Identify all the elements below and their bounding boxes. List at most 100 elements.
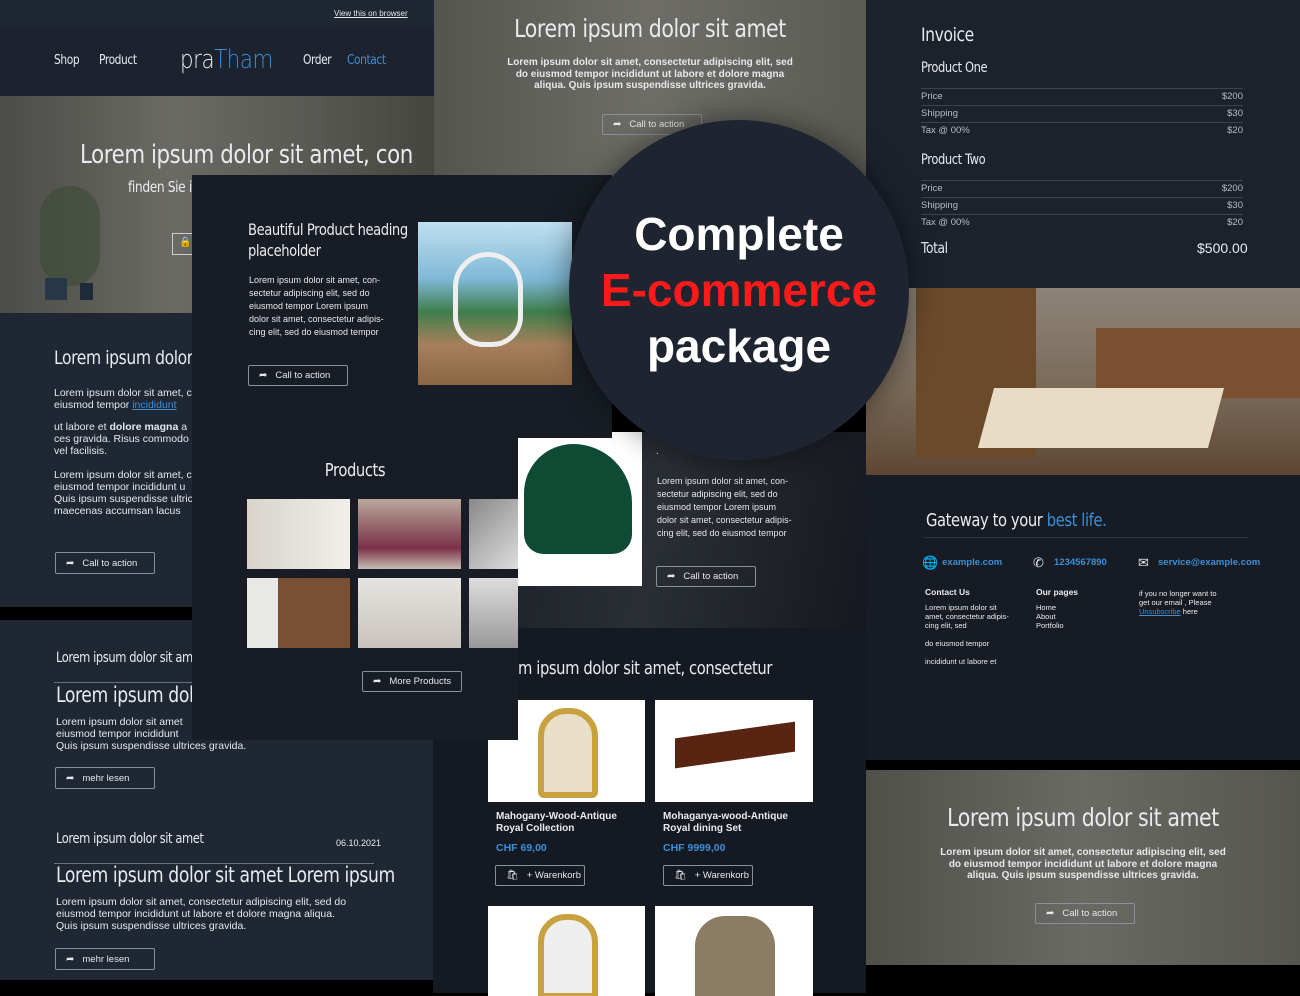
footer-link-portfolio[interactable]: Portfolio (1036, 621, 1078, 630)
promo-badge: Complete E-commerce package (569, 120, 909, 460)
shopping-bag-icon: 🛍 (506, 870, 519, 881)
product-group-title: Product One (921, 60, 988, 76)
invoice-row: Tax @ 00% $20 (921, 214, 1243, 228)
logo[interactable]: praTham (180, 45, 273, 75)
call-to-action-button[interactable]: ➦ Call to action (656, 566, 756, 587)
badge-line-2: E-commerce (600, 264, 878, 316)
total-value: $500.00 (1197, 240, 1248, 256)
bottom-hero: Lorem ipsum dolor sit amet Lorem ipsum d… (866, 770, 1300, 965)
green-text: Lorem ipsum dolor sit amet, con-sectetur… (657, 476, 792, 538)
products-panel: Products ➦ More Products (192, 438, 518, 740)
product-thumb[interactable] (469, 578, 518, 648)
badge-line-3: package (646, 320, 832, 372)
shopping-bag-icon: 🛍 (674, 870, 687, 881)
product-price: CHF 69,00 (496, 842, 547, 854)
nav-order[interactable]: Order (303, 53, 332, 68)
read-more-button[interactable]: ➦ mehr lesen (55, 948, 155, 970)
invoice-row: Shipping $30 (921, 197, 1243, 211)
shop-title: m ipsum dolor sit amet, consectetur (518, 658, 773, 679)
blog-date: 06.10.2021 (336, 838, 382, 848)
product-thumb[interactable] (358, 499, 461, 569)
call-to-action-button[interactable]: ➦ Call to action (1035, 903, 1135, 924)
invoice-row: Price $200 (921, 180, 1243, 194)
feature-heading: Beautiful Product heading placeholder (248, 220, 408, 260)
bottom-hero-text: Lorem ipsum dolor sit amet, consectetur … (940, 847, 1226, 881)
add-to-cart-button[interactable]: 🛍 + Warenkorb (663, 865, 753, 886)
product-name[interactable]: Mohaganya-wood-Antique Royal dining Set (663, 811, 788, 835)
hero-title: Lorem ipsum dolor sit amet, con (80, 140, 413, 170)
arrow-right-icon: ➦ (259, 370, 268, 381)
bottom-hero-title: Lorem ipsum dolor sit amet (947, 803, 1219, 832)
nav-bar: Shop Product praTham Order Contact (0, 28, 434, 96)
section-title: Lorem ipsum dolor s (54, 347, 206, 369)
invoice-panel: Invoice Product One Price $200 Shipping $3… (866, 0, 1300, 288)
mail-icon: ✉ (1138, 555, 1149, 570)
unsubscribe-note: if you no longer want to get our email , … (1139, 589, 1217, 616)
product-image-dining-set[interactable] (655, 700, 813, 802)
hanging-chair-image (418, 222, 572, 385)
call-to-action-button[interactable]: ➦ Call to action (248, 365, 348, 386)
product-thumb[interactable] (469, 499, 518, 569)
product-price: CHF 9999,00 (663, 842, 726, 854)
blog-kicker: Lorem ipsum dolor sit amet (56, 650, 204, 666)
footer-tagline: Gateway to your best life. (926, 510, 1107, 531)
arrow-right-icon: ➦ (667, 571, 676, 582)
invoice-row: Tax @ 00% $20 (921, 122, 1243, 136)
contact-column: Contact Us Lorem ipsum dolor sit amet, co… (925, 587, 1009, 667)
arrow-right-icon: ➦ (66, 772, 75, 784)
products-title: Products (324, 460, 386, 481)
add-to-cart-button[interactable]: 🛍 + Warenkorb (495, 865, 585, 886)
product-image-armchair[interactable] (488, 906, 645, 996)
blog-title: Lorem ipsum dolor sit amet Lorem ipsum (56, 863, 395, 887)
footer-link-about[interactable]: About (1036, 612, 1078, 621)
arrow-right-icon: ➦ (66, 953, 75, 965)
total-label: Total (921, 239, 948, 257)
invoice-row: Shipping $30 (921, 105, 1243, 119)
arrow-right-icon: ➦ (1046, 908, 1055, 919)
blog-text: Lorem ipsum dolor sit amet, consectetur … (56, 896, 347, 932)
more-products-button[interactable]: ➦ More Products (362, 671, 462, 692)
read-more-button[interactable]: ➦ mehr lesen (55, 767, 155, 789)
arrow-right-icon: ➦ (66, 557, 75, 569)
phone-link[interactable]: 1234567890 (1054, 557, 1107, 568)
product-thumb[interactable] (358, 578, 461, 648)
nav-product[interactable]: Product (99, 53, 137, 68)
product-thumb[interactable] (247, 578, 350, 648)
arrow-right-icon: ➦ (373, 676, 382, 687)
badge-line-1: Complete (634, 208, 844, 260)
bedroom-image (866, 288, 1300, 475)
top-hero-text: Lorem ipsum dolor sit amet, consectetur … (507, 57, 793, 91)
top-hero-title: Lorem ipsum dolor sit amet (514, 14, 786, 43)
unsubscribe-link[interactable]: Unsubscribe (1139, 607, 1181, 616)
footer-link-home[interactable]: Home (1036, 603, 1078, 612)
view-on-browser-link[interactable]: View this on browser (334, 9, 408, 18)
slider-dot[interactable] (80, 283, 93, 300)
arrow-right-icon: ➦ (613, 119, 622, 130)
section-text: Lorem ipsum dolor sit amet, c eiusmod te… (54, 387, 193, 517)
invoice-row: Price $200 (921, 88, 1243, 102)
nav-contact[interactable]: Contact (347, 53, 386, 68)
green-chair-image (518, 432, 642, 586)
nav-shop[interactable]: Shop (54, 53, 80, 68)
invoice-title: Invoice (921, 24, 974, 46)
product-thumb[interactable] (247, 499, 350, 569)
green-chair-panel: . Lorem ipsum dolor sit amet, con-sectet… (518, 432, 866, 628)
call-to-action-button[interactable]: ➦ Call to action (55, 552, 155, 574)
incididunt-link[interactable]: incididunt (132, 399, 176, 411)
feature-text: Lorem ipsum dolor sit amet, con-sectetur… (249, 275, 384, 337)
pages-column: Our pages Home About Portfolio (1036, 587, 1079, 631)
feature-panel: Beautiful Product heading placeholder Lor… (192, 175, 612, 438)
slider-dot[interactable] (45, 278, 67, 300)
website-link[interactable]: example.com (942, 557, 1002, 568)
blog-kicker: Lorem ipsum dolor sit amet (56, 831, 204, 847)
product-group-title: Product Two (921, 152, 986, 168)
phone-icon: ✆ (1033, 555, 1044, 570)
dot: . (656, 446, 659, 457)
globe-icon: 🌐 (922, 555, 939, 570)
blog-title: Lorem ipsum dolor (56, 683, 211, 707)
email-link[interactable]: service@example.com (1158, 557, 1260, 568)
footer-panel: Gateway to your best life. 🌐 example.com… (866, 475, 1300, 760)
hero-subtitle: finden Sie in (128, 178, 200, 196)
product-image-sofa-chair[interactable] (655, 906, 813, 996)
product-name[interactable]: Mahogany-Wood-Antique Royal Collection (496, 811, 617, 835)
